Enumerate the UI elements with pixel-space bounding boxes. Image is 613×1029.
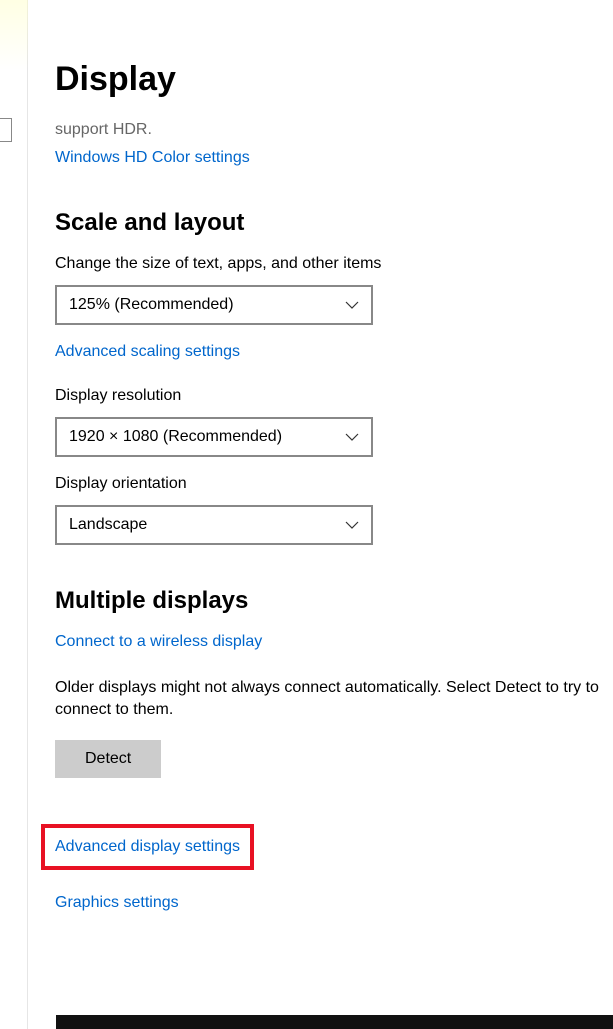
left-edge-box [0,118,12,142]
text-size-dropdown[interactable]: 125% (Recommended) [55,285,373,325]
taskbar[interactable] [56,1015,613,1029]
resolution-label: Display resolution [55,387,613,405]
connect-wireless-link[interactable]: Connect to a wireless display [55,633,262,651]
chevron-down-icon [345,430,359,444]
orientation-label: Display orientation [55,475,613,493]
resolution-dropdown[interactable]: 1920 × 1080 (Recommended) [55,417,373,457]
detect-description: Older displays might not always connect … [55,677,613,722]
detect-button[interactable]: Detect [55,740,161,778]
chevron-down-icon [345,298,359,312]
left-edge-tint [0,0,28,70]
text-size-label: Change the size of text, apps, and other… [55,255,613,273]
chevron-down-icon [345,518,359,532]
resolution-value: 1920 × 1080 (Recommended) [69,428,282,446]
advanced-display-highlight: Advanced display settings [41,824,254,870]
hd-color-settings-link[interactable]: Windows HD Color settings [55,149,250,167]
orientation-value: Landscape [69,516,147,534]
scale-layout-heading: Scale and layout [55,209,613,237]
advanced-display-settings-link[interactable]: Advanced display settings [55,838,240,856]
hdr-support-text: support HDR. [55,121,613,139]
advanced-scaling-link[interactable]: Advanced scaling settings [55,343,240,361]
multiple-displays-heading: Multiple displays [55,587,613,615]
settings-content: Display support HDR. Windows HD Color se… [55,0,613,912]
graphics-settings-link[interactable]: Graphics settings [55,894,179,912]
page-title: Display [55,60,613,99]
left-edge-panel [0,0,28,1029]
orientation-dropdown[interactable]: Landscape [55,505,373,545]
text-size-value: 125% (Recommended) [69,296,234,314]
